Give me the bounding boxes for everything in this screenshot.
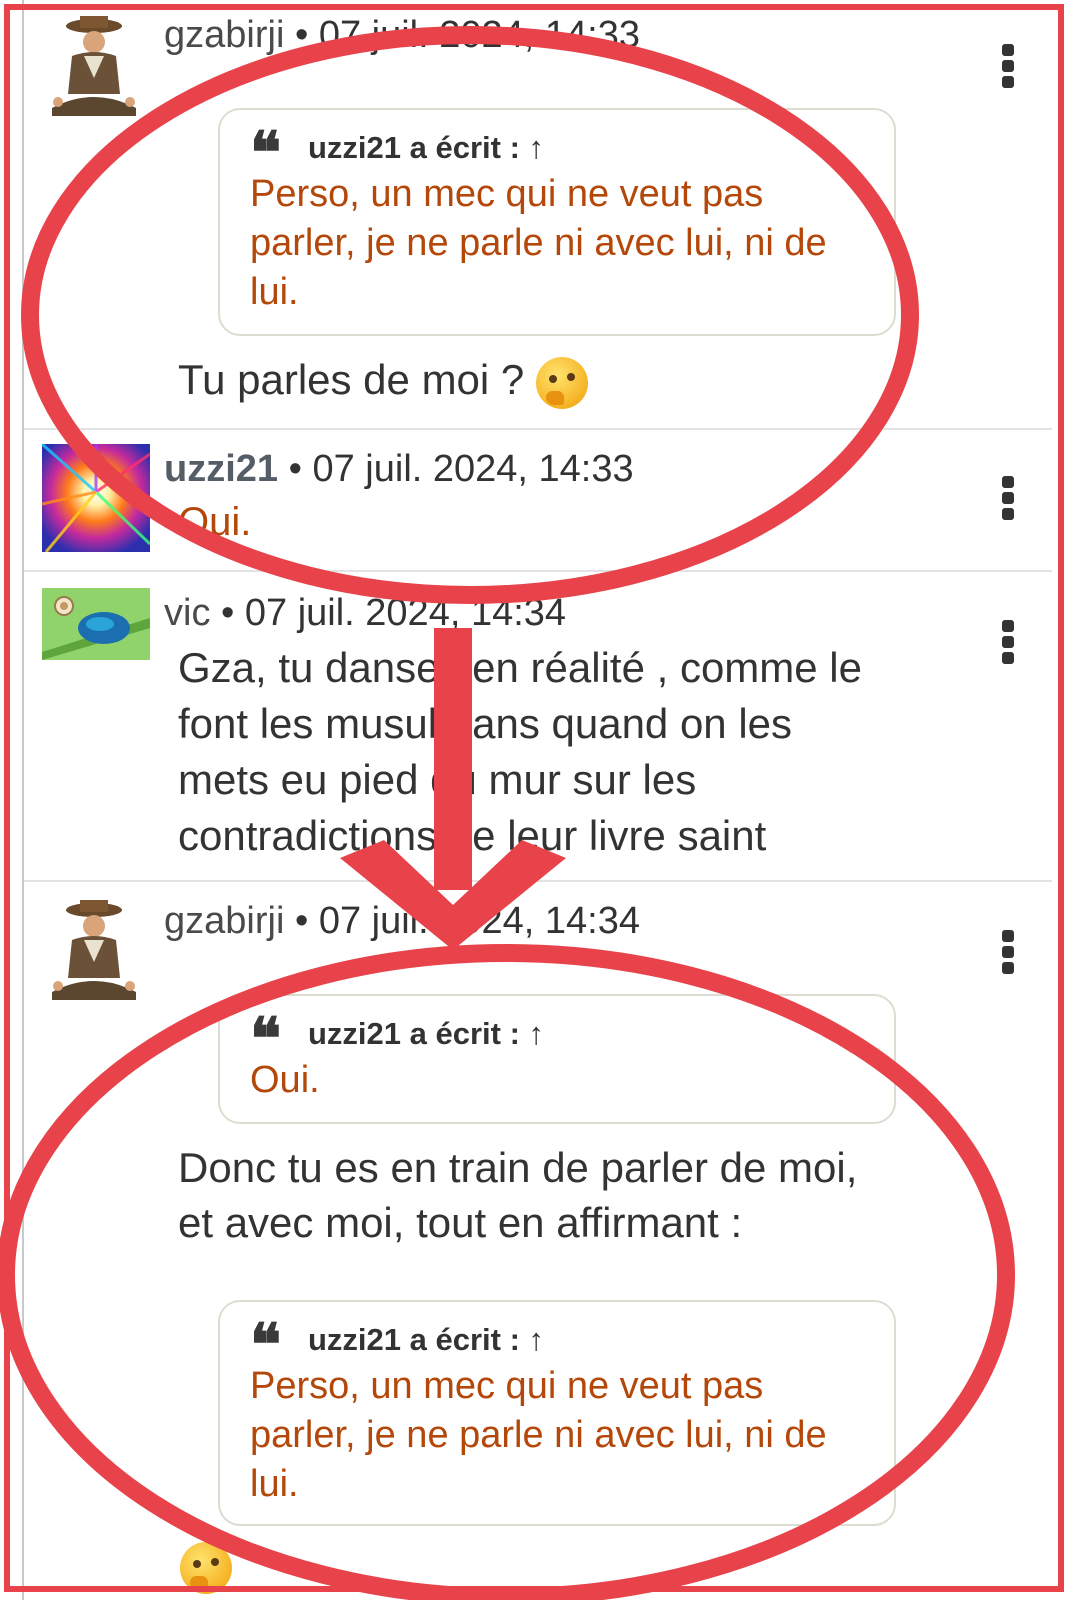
annotation-arrow [340, 628, 566, 950]
annotation-overlay [0, 26, 1015, 1600]
annotation-circle-top [21, 26, 919, 604]
annotation-circle-bottom [0, 944, 1015, 1600]
